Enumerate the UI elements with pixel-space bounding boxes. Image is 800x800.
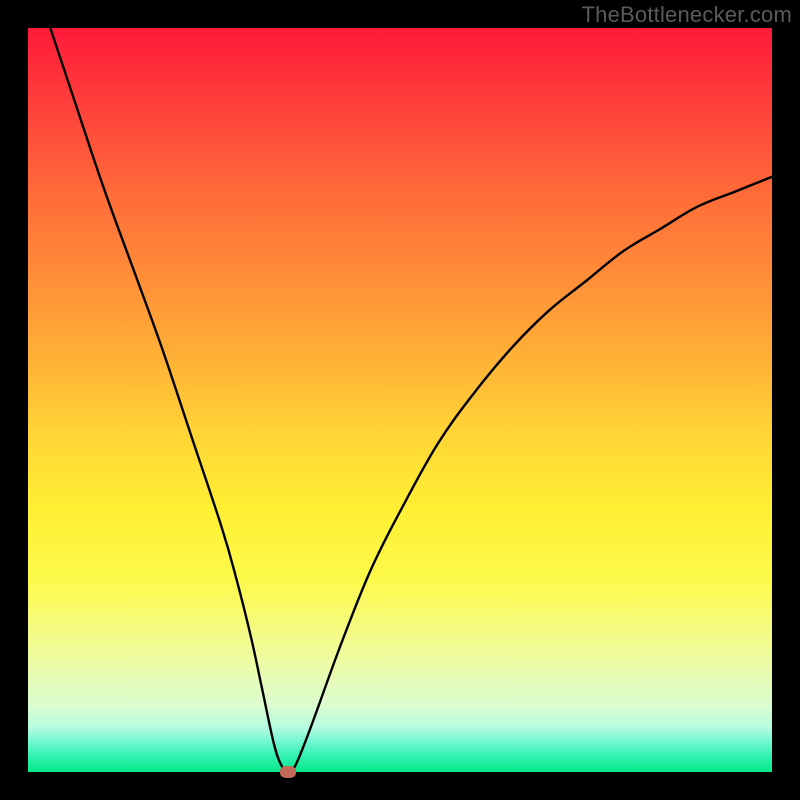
attribution-watermark: TheBottlenecker.com — [582, 2, 792, 28]
bottleneck-curve — [28, 28, 772, 772]
plot-area — [28, 28, 772, 772]
outer-frame: TheBottlenecker.com — [0, 0, 800, 800]
min-marker-dot — [280, 766, 296, 778]
curve-path — [50, 28, 772, 772]
